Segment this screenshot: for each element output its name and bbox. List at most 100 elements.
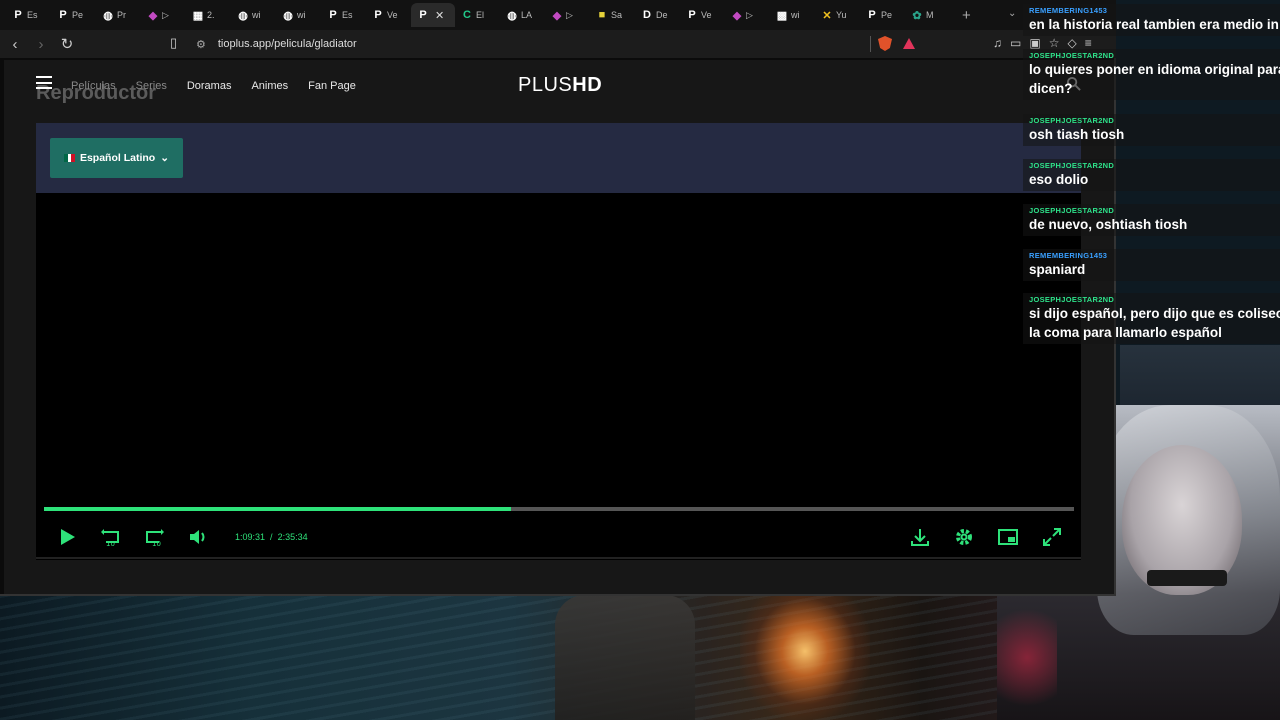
- chat-message: REMEMBERING1453 en la historia real tambi…: [1023, 4, 1280, 36]
- tab-favicon-icon: P: [329, 9, 337, 21]
- browser-tab[interactable]: ▦ 2.: [186, 3, 231, 27]
- forward-10-icon[interactable]: 10: [143, 526, 165, 548]
- time-separator: /: [270, 532, 273, 542]
- chat-username: REMEMBERING1453: [1029, 6, 1108, 15]
- media-controls-icon[interactable]: ♫: [993, 36, 1002, 50]
- browser-tab[interactable]: ▩ wi: [770, 3, 815, 27]
- chat-text: de nuevo, oshtiash tiosh: [1029, 217, 1188, 232]
- webcam-glow: [997, 595, 1057, 720]
- address-bar-row: ‹ › ↻ ▯ ⚙ tioplus.app/pelicula/gladiator: [0, 30, 1116, 58]
- browser-tab[interactable]: P Es: [321, 3, 366, 27]
- tab-close-icon[interactable]: ✕: [435, 9, 444, 22]
- webcam-backdrop: [1120, 345, 1280, 407]
- browser-tab[interactable]: ✿ M: [905, 3, 950, 27]
- browser-tab[interactable]: P Pe: [51, 3, 96, 27]
- chat-text: lo quieres poner en idioma original para: [1029, 62, 1280, 77]
- tab-favicon-icon: ◆: [148, 9, 158, 22]
- new-tab-button[interactable]: +: [950, 7, 983, 24]
- tab-favicon-icon: ■: [598, 9, 606, 21]
- browser-tab[interactable]: ◍ Pr: [96, 3, 141, 27]
- tab-label: ▷: [746, 9, 753, 20]
- avatar-collar: [1147, 570, 1227, 586]
- tab-label: Pe: [72, 10, 84, 20]
- tab-favicon-icon: ◆: [552, 9, 562, 22]
- language-label: Español Latino: [79, 152, 156, 164]
- browser-tab[interactable]: D De: [635, 3, 680, 27]
- tab-label: Ve: [701, 10, 712, 20]
- browser-tab[interactable]: ◍ wi: [231, 3, 276, 27]
- tab-favicon-icon: C: [463, 9, 471, 21]
- download-icon[interactable]: [909, 526, 931, 548]
- tab-label: 2.: [207, 10, 215, 20]
- tab-favicon-icon: ✿: [912, 9, 922, 22]
- fullscreen-icon[interactable]: [1041, 526, 1063, 548]
- site-logo[interactable]: PLUSHD: [518, 74, 602, 97]
- browser-menu-icon[interactable]: ≡: [1085, 36, 1092, 50]
- reload-icon[interactable]: ↻: [56, 35, 78, 53]
- progress-bar[interactable]: [44, 507, 1074, 511]
- wallet-icon[interactable]: ▣: [1029, 36, 1040, 50]
- sidebar-icon[interactable]: ▭: [1010, 36, 1021, 50]
- nav-link[interactable]: Películas: [71, 80, 116, 92]
- url-field[interactable]: ⚙ tioplus.app/pelicula/gladiator: [196, 33, 916, 55]
- chat-text: spaniard: [1029, 262, 1086, 277]
- tab-favicon-icon: ◍: [103, 9, 113, 22]
- nav-link[interactable]: Animes: [251, 80, 288, 92]
- language-dropdown-button[interactable]: Español Latino ⌄: [50, 138, 183, 178]
- chat-username: JOSEPHJOESTAR2ND: [1029, 116, 1115, 125]
- vpn-icon[interactable]: ◇: [1067, 36, 1076, 50]
- tab-label: Es: [342, 10, 353, 20]
- address-separator: [870, 36, 871, 52]
- tab-list: P Es P Pe ◍ Pr ◆ ▷ ▦ 2. ◍ wi ◍ wi P Es P Ve P ✕ C El ◍ LA ◆ ▷ ■ Sa D…: [6, 3, 950, 27]
- browser-tab[interactable]: P Pe: [860, 3, 905, 27]
- back-arrow-icon[interactable]: ‹: [4, 36, 26, 53]
- rewind-10-icon[interactable]: 10: [100, 526, 122, 548]
- screen: P Es P Pe ◍ Pr ◆ ▷ ▦ 2. ◍ wi ◍ wi P Es P Ve P ✕ C El ◍ LA ◆ ▷ ■ Sa D…: [0, 0, 1280, 720]
- chat-username: JOSEPHJOESTAR2ND: [1029, 295, 1115, 304]
- bookmark-icon[interactable]: ▯: [170, 35, 177, 51]
- chat-text: osh tiash tiosh: [1029, 127, 1125, 142]
- browser-tab[interactable]: ◆ ▷: [141, 3, 186, 27]
- browser-tab[interactable]: ◍ wi: [276, 3, 321, 27]
- tab-favicon-icon: ◆: [732, 9, 742, 22]
- video-area[interactable]: [36, 193, 1081, 560]
- browser-tab[interactable]: ■ Sa: [590, 3, 635, 27]
- menu-hamburger-icon[interactable]: [36, 76, 52, 89]
- tab-label: LA: [521, 10, 533, 20]
- browser-tab[interactable]: ◆ ▷: [725, 3, 770, 27]
- browser-tab[interactable]: P ✕: [411, 3, 455, 27]
- picture-in-picture-icon[interactable]: [997, 526, 1019, 548]
- browser-tab[interactable]: ◆ ▷: [545, 3, 590, 27]
- chat-message: JOSEPHJOESTAR2ND eso dolio: [1023, 159, 1280, 191]
- tab-label: ▷: [566, 9, 573, 20]
- nav-link[interactable]: Fan Page: [308, 80, 356, 92]
- chevron-down-icon: ⌄: [160, 152, 170, 164]
- mexico-flag-icon: [63, 154, 75, 162]
- browser-tab[interactable]: ✕ Yu: [815, 3, 860, 27]
- browser-tab[interactable]: P Ve: [680, 3, 725, 27]
- tab-search-chevron-icon[interactable]: ⌄: [1008, 8, 1016, 19]
- extensions-icon[interactable]: ☆: [1049, 36, 1060, 50]
- browser-tab[interactable]: P Ve: [366, 3, 411, 27]
- forward-arrow-icon[interactable]: ›: [30, 36, 52, 53]
- chat-username: JOSEPHJOESTAR2ND: [1029, 206, 1115, 215]
- volume-icon[interactable]: [187, 526, 209, 548]
- nav-link[interactable]: Series: [136, 80, 167, 92]
- site-nav: Películas Series Doramas Animes Fan Page: [71, 80, 376, 92]
- tab-favicon-icon: ✕: [822, 9, 832, 22]
- brave-rewards-icon[interactable]: [903, 38, 915, 49]
- site-settings-icon[interactable]: ⚙: [196, 38, 206, 51]
- tab-label: Yu: [836, 10, 847, 20]
- chat-message: JOSEPHJOESTAR2ND si dijo español, pero di…: [1023, 293, 1280, 344]
- tab-favicon-icon: P: [419, 9, 427, 21]
- browser-tab[interactable]: C El: [455, 3, 500, 27]
- player-bottom-edge: [36, 557, 1081, 559]
- browser-tab[interactable]: P Es: [6, 3, 51, 27]
- tab-label: wi: [791, 10, 800, 20]
- browser-tab[interactable]: ◍ LA: [500, 3, 545, 27]
- settings-gear-icon[interactable]: [953, 526, 975, 548]
- tab-favicon-icon: ▦: [192, 9, 204, 22]
- tab-favicon-icon: P: [59, 9, 67, 21]
- play-icon[interactable]: [56, 526, 78, 548]
- nav-link[interactable]: Doramas: [187, 80, 232, 92]
